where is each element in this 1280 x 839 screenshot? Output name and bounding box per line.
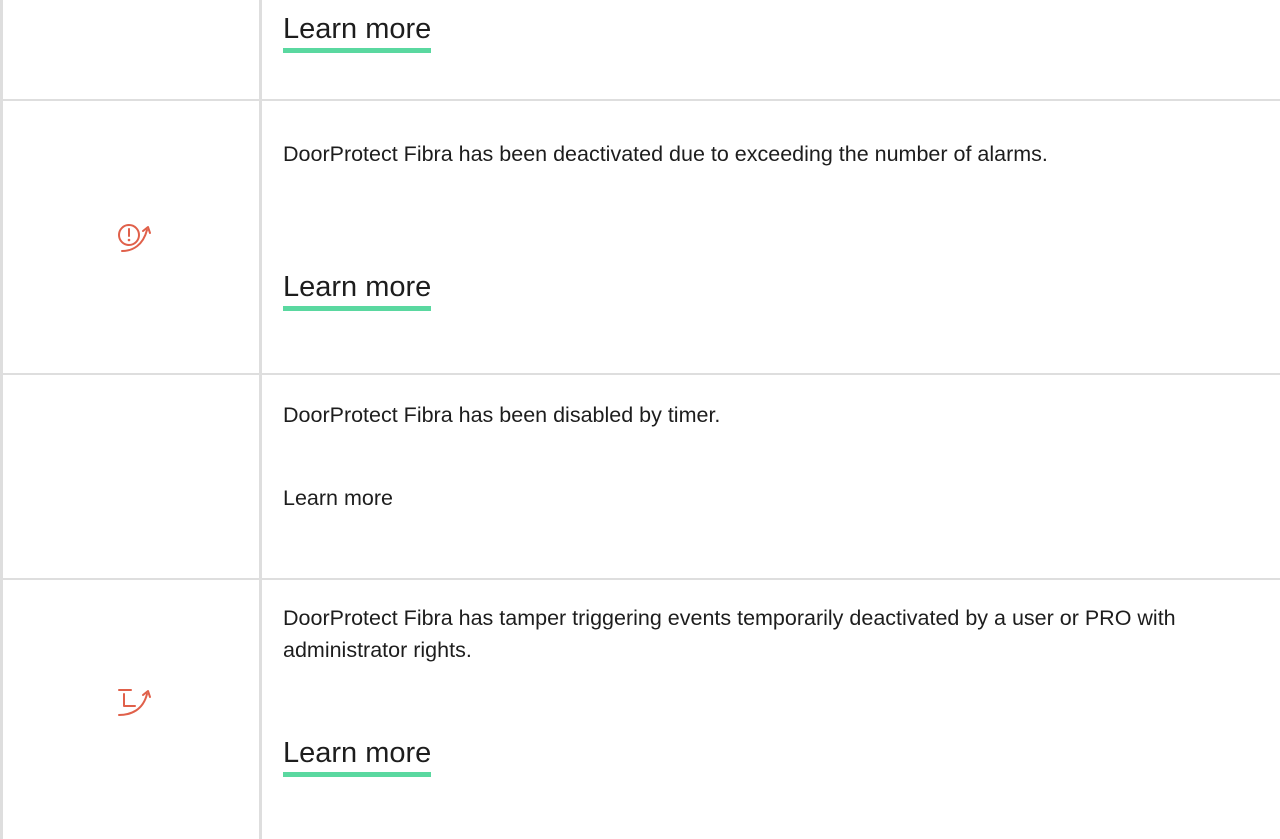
table-row: DoorProtect Fibra has tamper triggering … xyxy=(0,580,1280,839)
event-description: DoorProtect Fibra has been deactivated d… xyxy=(283,142,1048,166)
learn-more-link[interactable]: Learn more xyxy=(283,12,432,53)
row-text-cell: DoorProtect Fibra has been deactivated d… xyxy=(283,138,1243,170)
row-icon-cell xyxy=(0,580,260,839)
learn-more-link[interactable]: Learn more xyxy=(283,486,393,510)
table-row: DoorProtect Fibra has been deactivated d… xyxy=(0,101,1280,373)
table-row: DoorProtect Fibra has been disabled by t… xyxy=(0,375,1280,578)
event-description: DoorProtect Fibra has tamper triggering … xyxy=(283,606,1176,662)
row-icon-cell xyxy=(0,101,260,373)
event-description: DoorProtect Fibra has been disabled by t… xyxy=(283,403,721,427)
row-text-cell: Learn more xyxy=(283,12,1243,53)
table-row: Learn more xyxy=(0,0,1280,99)
row-text-cell: DoorProtect Fibra has been disabled by t… xyxy=(283,399,1243,431)
row-link-cell: Learn more xyxy=(283,270,1243,311)
alarm-deactivated-icon xyxy=(118,224,151,252)
row-link-cell: Learn more xyxy=(283,736,1243,777)
row-link-cell: Learn more xyxy=(283,482,1243,514)
row-text-cell: DoorProtect Fibra has tamper triggering … xyxy=(283,602,1243,666)
learn-more-link[interactable]: Learn more xyxy=(283,270,432,311)
events-table: Learn more DoorProtect Fibra has been de… xyxy=(0,0,1280,839)
tamper-deactivated-icon xyxy=(118,689,151,716)
learn-more-link[interactable]: Learn more xyxy=(283,736,432,777)
